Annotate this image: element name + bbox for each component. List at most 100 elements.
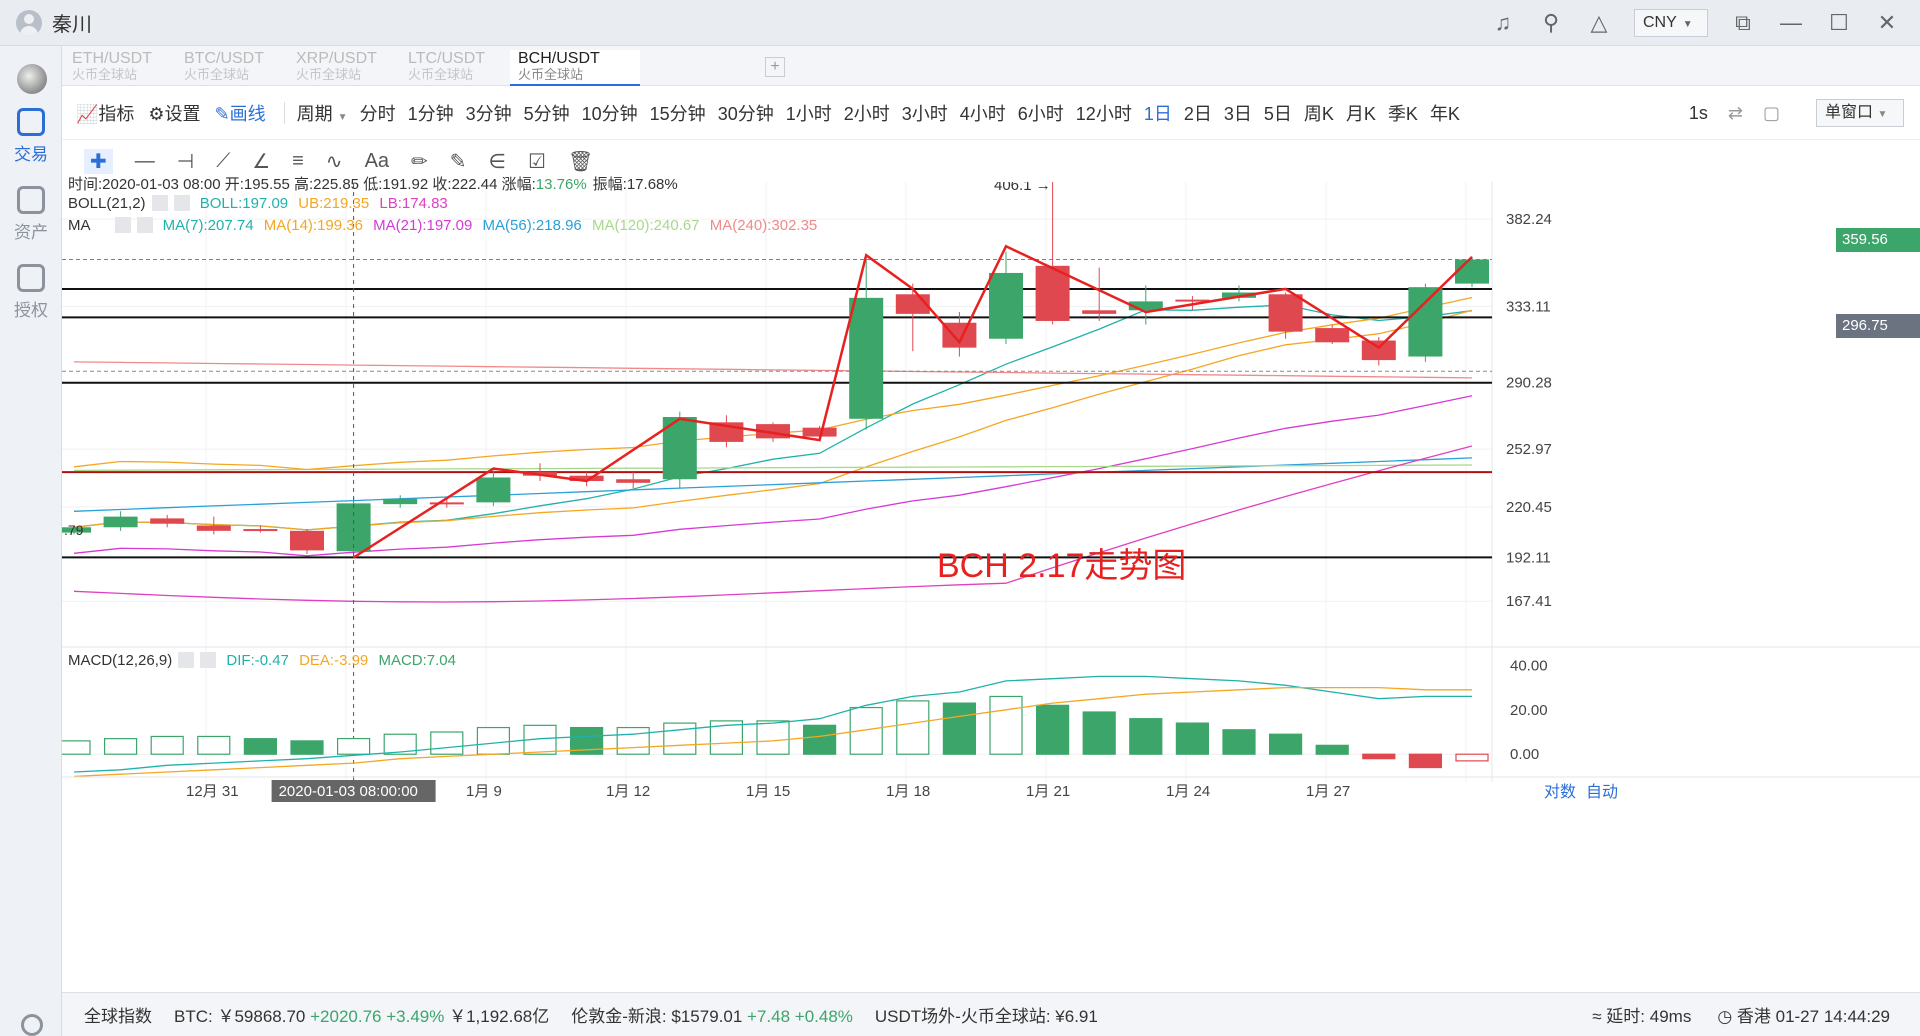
period-2小时[interactable]: 2小时: [844, 104, 890, 124]
candle-body[interactable]: [1408, 287, 1443, 357]
global-index-label[interactable]: 全球指数: [84, 1002, 152, 1027]
close-icon[interactable]: [173, 195, 190, 211]
settings-icon[interactable]: [178, 652, 195, 668]
close-icon[interactable]: [136, 217, 153, 233]
candle-body[interactable]: [1361, 340, 1396, 361]
popout-icon[interactable]: ⧉: [1730, 10, 1756, 36]
period-年K[interactable]: 年K: [1430, 104, 1460, 124]
settings-icon[interactable]: [21, 1014, 43, 1036]
close-icon[interactable]: ✕: [1874, 10, 1900, 36]
sidebar-item-trade[interactable]: 交易: [0, 108, 62, 165]
candle-body[interactable]: [1315, 328, 1350, 343]
candle-body[interactable]: [1455, 259, 1489, 284]
sidebar-item-assets[interactable]: 资产: [0, 186, 62, 243]
chart-area[interactable]: BCH 2.17走势图 406.1 → .79 382.24 333.11 290.28 2…: [62, 176, 1920, 992]
period-3小时[interactable]: 3小时: [902, 104, 948, 124]
period-12小时[interactable]: 12小时: [1076, 104, 1132, 124]
candle-body[interactable]: [1268, 294, 1303, 332]
period-15分钟[interactable]: 15分钟: [650, 104, 706, 124]
sidebar-item-auth[interactable]: 授权: [0, 264, 62, 321]
candle-body[interactable]: [616, 479, 651, 483]
settings-icon[interactable]: [114, 217, 131, 233]
candlestick-chart[interactable]: BCH 2.17走势图 406.1 → .79 382.24 333.11 290.28 2…: [62, 182, 1920, 992]
period-30分钟[interactable]: 30分钟: [718, 104, 774, 124]
bell-icon[interactable]: ♫: [1490, 10, 1516, 36]
magnet-tool-icon[interactable]: ∈: [489, 149, 506, 174]
segment-tool-icon[interactable]: ⊣: [177, 149, 194, 174]
search-icon[interactable]: ⚲: [1538, 10, 1564, 36]
price-axis-label: 290.28: [1506, 375, 1552, 392]
angle-tool-icon[interactable]: ∠: [252, 149, 270, 174]
candle-body[interactable]: [150, 518, 185, 524]
ma7-line: [73, 304, 1473, 531]
candle-body[interactable]: [849, 297, 884, 419]
settings-button[interactable]: ⚙设置: [148, 100, 200, 126]
period-5分钟[interactable]: 5分钟: [524, 104, 570, 124]
lock-tool-icon[interactable]: ☑: [528, 149, 546, 174]
minimize-icon[interactable]: —: [1778, 10, 1804, 36]
candle-body[interactable]: [103, 516, 138, 528]
gold-change: +7.48 +0.48%: [747, 1007, 853, 1026]
period-分时[interactable]: 分时: [360, 104, 396, 124]
period-1小时[interactable]: 1小时: [786, 104, 832, 124]
period-5日[interactable]: 5日: [1264, 104, 1292, 124]
period-1日[interactable]: 1日: [1144, 104, 1172, 124]
parallel-tool-icon[interactable]: ⟋: [216, 150, 230, 173]
macd-bar: [1035, 704, 1070, 755]
wave-tool-icon[interactable]: ∿: [326, 149, 343, 174]
period-2日[interactable]: 2日: [1184, 104, 1212, 124]
brush-tool-icon[interactable]: ✎: [450, 149, 467, 174]
tab-bch-usdt[interactable]: BCH/USDT 火币全球站: [510, 50, 640, 86]
period-10分钟[interactable]: 10分钟: [582, 104, 638, 124]
refresh-interval[interactable]: 1s: [1689, 103, 1708, 124]
screenshot-icon[interactable]: ▢: [1763, 103, 1780, 124]
period-4小时[interactable]: 4小时: [960, 104, 1006, 124]
candle-body[interactable]: [989, 272, 1023, 339]
window-mode-select[interactable]: 单窗口 ▼: [1816, 99, 1904, 127]
tab-eth-usdt[interactable]: ETH/USDT 火币全球站: [64, 50, 194, 86]
horizontal-line-tool-icon[interactable]: —: [135, 150, 155, 173]
candle-body[interactable]: [476, 477, 511, 503]
draw-button[interactable]: ✎画线: [215, 100, 266, 126]
maximize-icon[interactable]: ☐: [1826, 10, 1852, 36]
currency-select[interactable]: CNY ▼: [1634, 9, 1708, 37]
delete-tool-icon[interactable]: 🗑: [568, 149, 593, 174]
candle-body[interactable]: [196, 525, 231, 531]
channel-tool-icon[interactable]: ≡: [292, 150, 304, 173]
btc-label: BTC:: [174, 1007, 213, 1026]
add-tab-button[interactable]: +: [765, 57, 785, 77]
tab-btc-usdt[interactable]: BTC/USDT 火币全球站: [176, 50, 306, 86]
macd-axis-label: 20.00: [1510, 702, 1548, 719]
period-select[interactable]: 周期 ▼: [297, 100, 348, 126]
period-1分钟[interactable]: 1分钟: [408, 104, 454, 124]
high-marker-label: 406.1 →: [994, 182, 1051, 194]
candle-body[interactable]: [429, 502, 464, 505]
crosshair-tool-icon[interactable]: ✚: [84, 148, 113, 174]
macd-bar: [942, 702, 977, 755]
axis-mode-button[interactable]: 对数: [1544, 783, 1576, 801]
period-周K[interactable]: 周K: [1304, 104, 1334, 124]
collapse-icon[interactable]: ⇄: [1728, 103, 1743, 124]
avatar[interactable]: [16, 9, 42, 36]
macd-bar: [756, 720, 790, 755]
settings-icon[interactable]: [151, 195, 168, 211]
candle-body[interactable]: [290, 530, 324, 551]
text-tool-icon[interactable]: Aa: [365, 150, 389, 173]
period-3日[interactable]: 3日: [1224, 104, 1252, 124]
macd-bar: [989, 695, 1023, 755]
axis-mode-button[interactable]: 自动: [1586, 783, 1618, 801]
candle-body[interactable]: [1082, 310, 1117, 314]
close-icon[interactable]: [200, 652, 217, 668]
indicator-button[interactable]: 📈指标: [76, 100, 134, 126]
candle-body[interactable]: [383, 498, 418, 505]
period-月K[interactable]: 月K: [1346, 104, 1376, 124]
period-3分钟[interactable]: 3分钟: [466, 104, 512, 124]
period-6小时[interactable]: 6小时: [1018, 104, 1064, 124]
shirt-icon[interactable]: △: [1586, 10, 1612, 36]
macd-bar: [1362, 753, 1396, 760]
settings-label: 设置: [164, 103, 201, 124]
ruler-tool-icon[interactable]: ✏: [411, 149, 428, 174]
candle-body[interactable]: [243, 529, 278, 532]
period-季K[interactable]: 季K: [1388, 104, 1418, 124]
tab-xrp-usdt[interactable]: XRP/USDT 火币全球站: [288, 50, 418, 86]
